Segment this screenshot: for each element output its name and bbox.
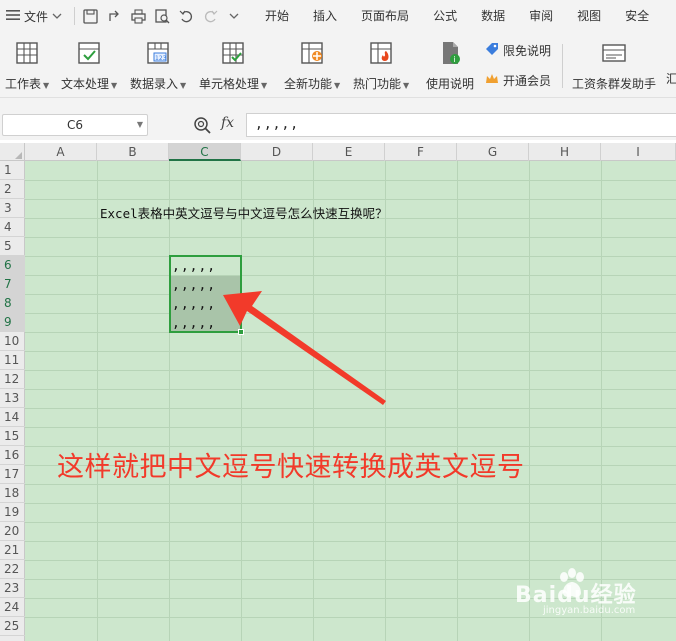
free-note-label: 限免说明	[503, 44, 552, 58]
new-feature-label: 全新功能	[284, 77, 333, 91]
hot-feature-icon	[368, 40, 394, 66]
caret-down-icon: ▼	[111, 81, 118, 90]
text-process-icon	[76, 40, 102, 66]
name-box-value: C6	[66, 118, 83, 132]
chevron-down-icon	[52, 9, 62, 23]
file-menu[interactable]: 文件	[0, 0, 68, 32]
cell-process-button[interactable]: 单元格处理 ▼	[199, 38, 267, 96]
file-menu-label: 文件	[24, 9, 49, 24]
caret-down-icon: ▼	[261, 81, 268, 90]
worksheet-icon	[14, 40, 40, 66]
tab-review[interactable]: 审阅	[517, 0, 565, 32]
payroll-icon	[601, 40, 627, 66]
menu-bar: 文件 开始 插入 页面布局 公式 数据 审阅 视图 安全	[0, 0, 676, 32]
help-doc-icon: i	[437, 40, 463, 66]
ribbon-tabs: 开始 插入 页面布局 公式 数据 审阅 视图 安全	[253, 0, 661, 32]
chevron-down-icon[interactable]	[225, 7, 243, 25]
spreadsheet-grid[interactable]: A B C D E F G H I 1 2 3 4 5 6 7 8 9 10 1…	[0, 143, 676, 641]
hot-feature-label: 热门功能	[353, 77, 402, 91]
zoom-search-icon[interactable]	[193, 116, 213, 136]
vip-label: 开通会员	[503, 74, 552, 88]
free-note-button[interactable]: 限免说明	[485, 42, 551, 59]
name-box[interactable]: C6 ▼	[2, 114, 148, 136]
worksheet-label: 工作表	[5, 77, 42, 91]
menu-divider	[74, 7, 76, 25]
help-doc-label: 使用说明	[426, 77, 475, 91]
crown-icon	[485, 72, 499, 89]
svg-text:i: i	[453, 55, 455, 64]
cell-process-label: 单元格处理	[199, 77, 260, 91]
tag-icon	[485, 42, 499, 59]
ribbon-divider	[562, 44, 563, 88]
save-icon[interactable]	[81, 7, 99, 25]
baidu-watermark: Baidu经验 jingyan.baidu.com	[515, 567, 645, 616]
payroll-button[interactable]: 工资条群发助手	[572, 38, 656, 96]
worksheet-button[interactable]: 工作表 ▼	[5, 38, 49, 96]
caret-down-icon: ▼	[403, 81, 410, 90]
data-entry-icon: 123	[145, 40, 171, 66]
caret-down-icon: ▼	[180, 81, 187, 90]
hamburger-icon	[6, 9, 20, 24]
watermark-url: jingyan.baidu.com	[543, 605, 636, 616]
quick-access-toolbar	[81, 0, 243, 32]
redo-icon[interactable]	[201, 7, 219, 25]
print-icon[interactable]	[129, 7, 147, 25]
annotation-text: 这样就把中文逗号快速转换成英文逗号	[57, 452, 525, 483]
formula-input[interactable]: ,,,,,	[246, 113, 676, 137]
text-process-button[interactable]: 文本处理 ▼	[61, 38, 117, 96]
formula-bar: C6 ▼ fx ,,,,,	[0, 112, 676, 140]
print-preview-icon[interactable]	[153, 7, 171, 25]
undo-icon[interactable]	[177, 7, 195, 25]
data-entry-label: 数据录入	[130, 77, 179, 91]
cell-process-icon	[220, 40, 246, 66]
share-icon[interactable]	[105, 7, 123, 25]
ribbon-gap	[0, 98, 676, 112]
tab-formulas[interactable]: 公式	[421, 0, 469, 32]
new-feature-icon	[299, 40, 325, 66]
tab-view[interactable]: 视图	[565, 0, 613, 32]
caret-down-icon: ▼	[43, 81, 50, 90]
more-label: 汇	[666, 72, 676, 86]
chevron-down-icon[interactable]: ▼	[137, 115, 143, 135]
more-button[interactable]: 汇	[666, 70, 676, 87]
data-entry-button[interactable]: 123 数据录入 ▼	[130, 38, 186, 96]
tab-security[interactable]: 安全	[613, 0, 661, 32]
payroll-label: 工资条群发助手	[572, 77, 657, 91]
ribbon-toolbar: 工作表 ▼ 文本处理 ▼ 123 数据录入 ▼ 单元格处理 ▼ 全新功能 ▼ 热门功能 ▼ …	[0, 32, 676, 98]
fx-icon[interactable]: fx	[221, 115, 234, 131]
help-doc-button[interactable]: i 使用说明	[426, 38, 474, 96]
tab-data[interactable]: 数据	[469, 0, 517, 32]
vip-button[interactable]: 开通会员	[485, 72, 551, 89]
new-feature-button[interactable]: 全新功能 ▼	[284, 38, 340, 96]
tab-insert[interactable]: 插入	[301, 0, 349, 32]
tab-home[interactable]: 开始	[253, 0, 301, 32]
svg-text:123: 123	[155, 55, 167, 62]
caret-down-icon: ▼	[334, 81, 341, 90]
hot-feature-button[interactable]: 热门功能 ▼	[353, 38, 409, 96]
text-process-label: 文本处理	[61, 77, 110, 91]
tab-page-layout[interactable]: 页面布局	[349, 0, 421, 32]
